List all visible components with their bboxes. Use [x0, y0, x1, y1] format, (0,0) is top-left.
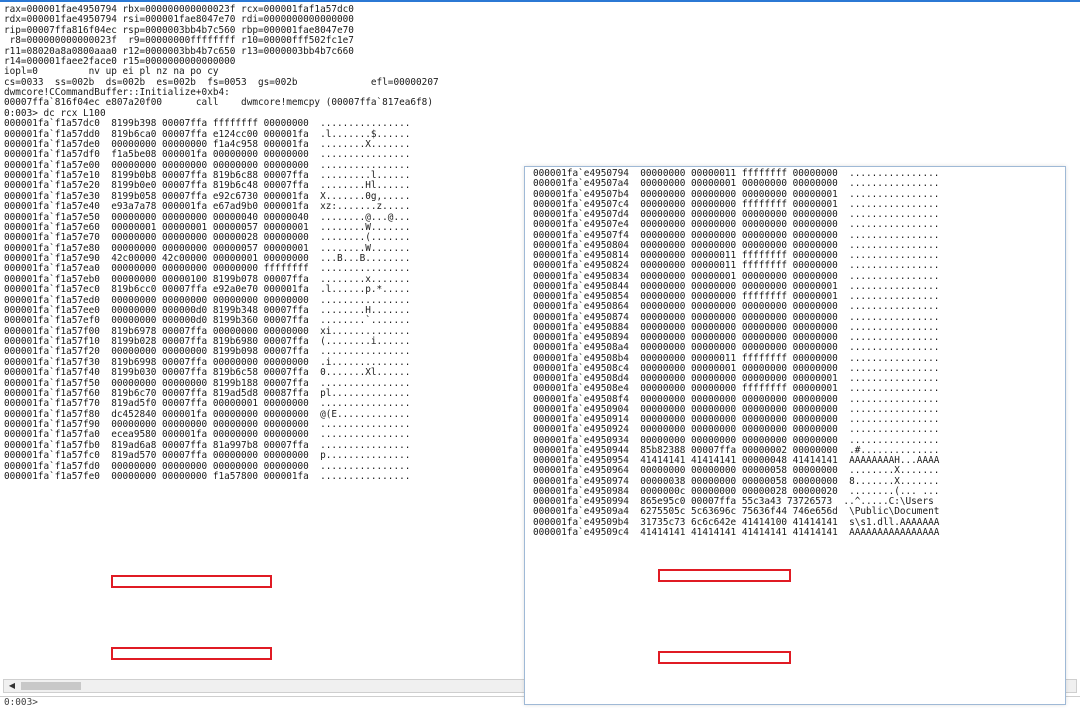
command-prompt: 0:003> — [4, 697, 38, 708]
dump-row: 000001fa`e4950864 00000000 00000000 0000… — [533, 301, 940, 313]
overlay-lines: 000001fa`e4950794 00000000 00000011 ffff… — [533, 168, 940, 538]
highlight-box — [658, 569, 791, 582]
dump-row: 000001fa`e49509a4 6275505c 5c63696c 7563… — [533, 506, 940, 518]
dump-row: 000001fa`f1a57fc0 819ad570 00007ffa 0000… — [4, 450, 411, 462]
output-lines: rax=000001fae4950794 rbx=000000000000023… — [4, 4, 439, 482]
dump-row: 000001fa`e49507e4 00000000 00000000 0000… — [533, 219, 940, 231]
scroll-left-icon[interactable]: ◀ — [5, 681, 19, 691]
dump-row: 000001fa`e49507a4 00000000 00000001 0000… — [533, 178, 940, 190]
dump-row: 000001fa`e49508e4 00000000 00000000 ffff… — [533, 383, 940, 395]
dump-row: 000001fa`e4950824 00000000 00000011 ffff… — [533, 260, 940, 272]
highlight-box — [111, 647, 272, 660]
dump-row: 000001fa`f1a57dc0 8199b398 00007ffa ffff… — [4, 118, 411, 130]
dump-row: 000001fa`e49509c4 41414141 41414141 4141… — [533, 526, 940, 538]
highlight-box — [111, 575, 272, 588]
memory-dump-overlay: 000001fa`e4950794 00000000 00000011 ffff… — [524, 166, 1066, 705]
register-line: r8=000000000000023f r9=00000000ffffffff … — [4, 35, 354, 47]
dump-row: 000001fa`f1a57e40 e93a7a78 000001fa e67a… — [4, 201, 411, 213]
scroll-thumb[interactable] — [21, 682, 81, 690]
highlight-box — [658, 651, 791, 664]
dump-row: 000001fa`e4950964 00000000 00000000 0000… — [533, 465, 940, 477]
dump-row: 000001fa`f1a57fe0 00000000 00000000 f1a5… — [4, 470, 411, 482]
dump-row: 000001fa`e49508a4 00000000 00000000 0000… — [533, 342, 940, 354]
dump-row: 000001fa`e4950924 00000000 00000000 0000… — [533, 424, 940, 436]
dump-row: 000001fa`f1a57f40 8199b030 00007ffa 819b… — [4, 367, 411, 379]
dump-row: 000001fa`f1a57ec0 819b6cc0 00007ffa e92a… — [4, 284, 411, 296]
